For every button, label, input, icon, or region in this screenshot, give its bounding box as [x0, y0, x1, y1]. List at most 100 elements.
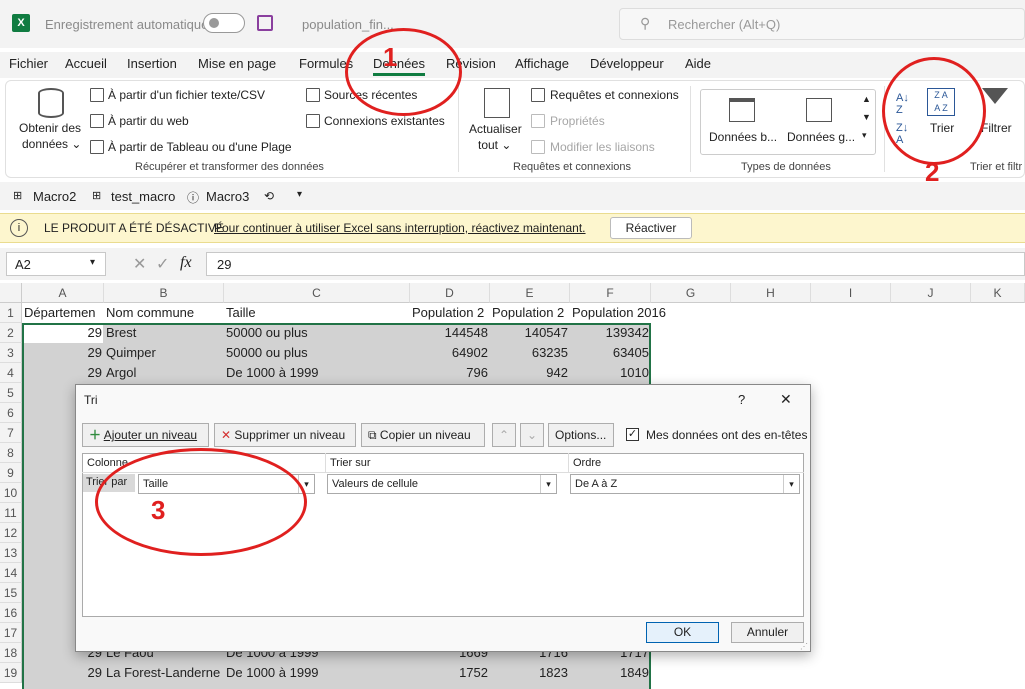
web-icon — [90, 114, 104, 128]
customize-icon[interactable]: ⟲ — [264, 189, 274, 203]
row-header[interactable]: 5 — [0, 383, 22, 403]
group-label-get-transform: Récupérer et transformer des données — [135, 161, 324, 173]
row-header[interactable]: 4 — [0, 363, 22, 383]
col-header-g[interactable]: G — [651, 283, 731, 303]
gallery-scroll-down-icon[interactable]: ▼ — [862, 112, 871, 122]
from-csv-button[interactable]: À partir d'un fichier texte/CSV — [108, 88, 265, 102]
cell[interactable]: Population 2016 — [570, 303, 690, 323]
filter-button[interactable]: Filtrer — [981, 121, 1012, 135]
row-header[interactable]: 11 — [0, 503, 22, 523]
test-macro-button[interactable]: test_macro — [111, 189, 175, 204]
ok-button[interactable]: OK — [646, 622, 719, 643]
col-header-i[interactable]: I — [811, 283, 891, 303]
gallery-more-icon[interactable]: ▾ — [862, 130, 867, 141]
save-icon[interactable] — [257, 15, 273, 31]
row-header[interactable]: 15 — [0, 583, 22, 603]
row-header[interactable]: 14 — [0, 563, 22, 583]
formula-input[interactable]: 29 — [206, 252, 1025, 276]
tab-developpeur[interactable]: Développeur — [590, 56, 664, 71]
existing-connections-button[interactable]: Connexions existantes — [324, 114, 445, 128]
move-up-button[interactable]: ⌃ — [492, 423, 516, 447]
add-level-button[interactable]: ＋ Ajouter un niveau — [82, 423, 209, 447]
row-header[interactable]: 17 — [0, 623, 22, 643]
close-icon[interactable]: ✕ — [780, 391, 792, 408]
tab-affichage[interactable]: Affichage — [515, 56, 569, 71]
col-header-h[interactable]: H — [731, 283, 811, 303]
data-type-geography[interactable]: Données g... — [787, 130, 855, 144]
order-select[interactable]: De A à Z ▾ — [570, 474, 800, 494]
get-data-label2[interactable]: données ⌄ — [22, 137, 81, 151]
qa-dropdown-icon[interactable]: ▾ — [297, 189, 302, 200]
cell[interactable]: Population 2 — [490, 303, 570, 323]
cancel-icon[interactable]: ✕ — [133, 254, 146, 274]
tab-accueil[interactable]: Accueil — [65, 56, 107, 71]
annotation-circle — [345, 28, 462, 116]
options-button[interactable]: Options... — [548, 423, 614, 447]
function-icon[interactable]: fx — [180, 254, 192, 272]
copy-level-button[interactable]: ⧉ Copier un niveau — [361, 423, 485, 447]
row-header[interactable]: 1 — [0, 303, 22, 323]
tab-fichier[interactable]: Fichier — [9, 56, 48, 71]
row-header[interactable]: 19 — [0, 663, 22, 683]
row-header[interactable]: 13 — [0, 543, 22, 563]
cell[interactable]: Départemen — [22, 303, 104, 323]
data-type-stocks[interactable]: Données b... — [709, 130, 777, 144]
col-header-b[interactable]: B — [104, 283, 224, 303]
col-header-e[interactable]: E — [490, 283, 570, 303]
from-web-button[interactable]: À partir du web — [108, 114, 189, 128]
row-header[interactable]: 3 — [0, 343, 22, 363]
name-box-dropdown-icon[interactable]: ▾ — [90, 257, 95, 268]
col-header-k[interactable]: K — [971, 283, 1025, 303]
refresh-icon — [484, 88, 510, 118]
row-header[interactable]: 6 — [0, 403, 22, 423]
sort-on-select[interactable]: Valeurs de cellule ▾ — [327, 474, 557, 494]
cell[interactable]: Taille — [224, 303, 410, 323]
col-header-c[interactable]: C — [224, 283, 410, 303]
row-header[interactable]: 16 — [0, 603, 22, 623]
row-header[interactable]: 12 — [0, 523, 22, 543]
col-header-d[interactable]: D — [410, 283, 490, 303]
properties-button[interactable]: Propriétés — [550, 114, 605, 128]
row-header[interactable]: 8 — [0, 443, 22, 463]
get-data-label1[interactable]: Obtenir des — [19, 121, 81, 135]
queries-connections-button[interactable]: Requêtes et connexions — [550, 88, 679, 102]
resize-grip-icon[interactable]: ⋰ — [800, 642, 808, 651]
search-placeholder: Rechercher (Alt+Q) — [668, 17, 781, 32]
cell[interactable]: Nom commune — [104, 303, 224, 323]
row-header[interactable]: 9 — [0, 463, 22, 483]
refresh-all-label1[interactable]: Actualiser — [469, 122, 522, 136]
macro2-button[interactable]: Macro2 — [33, 189, 76, 204]
delete-level-button[interactable]: ✕ Supprimer un niveau — [214, 423, 356, 447]
from-table-button[interactable]: À partir de Tableau ou d'une Plage — [108, 140, 292, 154]
edit-links-button[interactable]: Modifier les liaisons — [550, 140, 655, 154]
macro3-button[interactable]: Macro3 — [206, 189, 249, 204]
tab-mise-en-page[interactable]: Mise en page — [198, 56, 276, 71]
gallery-scroll-up-icon[interactable]: ▲ — [862, 94, 871, 104]
banner-link[interactable]: Pour continuer à utiliser Excel sans int… — [214, 221, 586, 235]
row-header[interactable]: 2 — [0, 323, 22, 343]
col-header-a[interactable]: A — [22, 283, 104, 303]
row-header[interactable]: 7 — [0, 423, 22, 443]
autosave-toggle[interactable] — [203, 13, 245, 33]
database-icon — [38, 88, 64, 118]
info-icon: ⓘ — [187, 191, 200, 205]
cell[interactable]: Population 2 — [410, 303, 490, 323]
headers-checkbox[interactable]: ✓ — [626, 428, 639, 441]
dialog-title: Tri — [84, 393, 98, 407]
move-down-button[interactable]: ⌄ — [520, 423, 544, 447]
refresh-all-label2[interactable]: tout ⌄ — [478, 138, 511, 152]
select-all-corner[interactable] — [0, 283, 22, 303]
cancel-button[interactable]: Annuler — [731, 622, 804, 643]
confirm-icon[interactable]: ✓ — [156, 254, 169, 274]
group-label-sort-filter: Trier et filtr — [970, 161, 1023, 173]
col-header-j[interactable]: J — [891, 283, 971, 303]
data-types-gallery[interactable] — [700, 89, 876, 155]
help-button[interactable]: ? — [738, 392, 745, 407]
col-header-f[interactable]: F — [570, 283, 651, 303]
row-header[interactable]: 10 — [0, 483, 22, 503]
map-icon — [806, 98, 832, 122]
tab-insertion[interactable]: Insertion — [127, 56, 177, 71]
reactivate-button[interactable]: Réactiver — [610, 217, 692, 239]
tab-aide[interactable]: Aide — [685, 56, 711, 71]
row-header[interactable]: 18 — [0, 643, 22, 663]
